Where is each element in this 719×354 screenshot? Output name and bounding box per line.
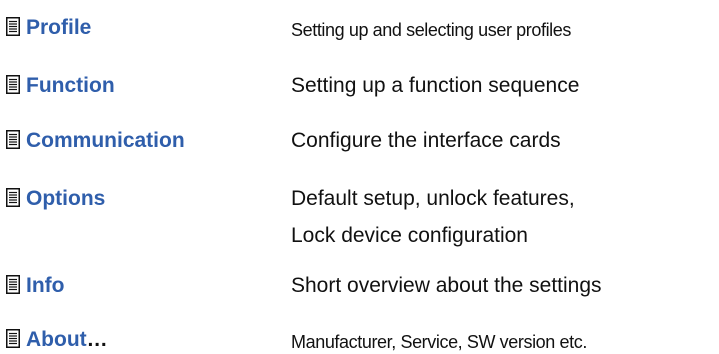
options-description-line-2: Lock device configuration <box>291 224 528 247</box>
function-description: Setting up a function sequence <box>291 74 580 97</box>
menu-item-options: Options Default setup, unlock features, … <box>0 184 719 248</box>
document-icon <box>6 17 20 36</box>
info-link[interactable]: Info <box>26 274 64 298</box>
profile-description: Setting up and selecting user profiles <box>291 20 571 40</box>
document-icon <box>6 188 20 207</box>
menu-item-about: About… Manufacturer, Service, SW version… <box>0 325 719 353</box>
communication-description: Configure the interface cards <box>291 129 561 152</box>
document-icon <box>6 275 20 294</box>
menu-item-info: Info Short overview about the settings <box>0 271 719 301</box>
menu-item-profile: Profile Setting up and selecting user pr… <box>0 13 719 43</box>
options-description-line-1: Default setup, unlock features, <box>291 187 575 210</box>
info-description: Short overview about the settings <box>291 274 602 297</box>
menu-item-function: Function Setting up a function sequence <box>0 71 719 101</box>
document-icon <box>6 130 20 149</box>
function-link[interactable]: Function <box>26 74 115 98</box>
about-description: Manufacturer, Service, SW version etc. <box>291 332 587 352</box>
document-icon <box>6 329 20 348</box>
options-link[interactable]: Options <box>26 187 105 211</box>
communication-link[interactable]: Communication <box>26 129 185 153</box>
about-link[interactable]: About… <box>26 328 108 352</box>
menu-item-communication: Communication Configure the interface ca… <box>0 126 719 156</box>
profile-link[interactable]: Profile <box>26 16 91 40</box>
document-icon <box>6 75 20 94</box>
